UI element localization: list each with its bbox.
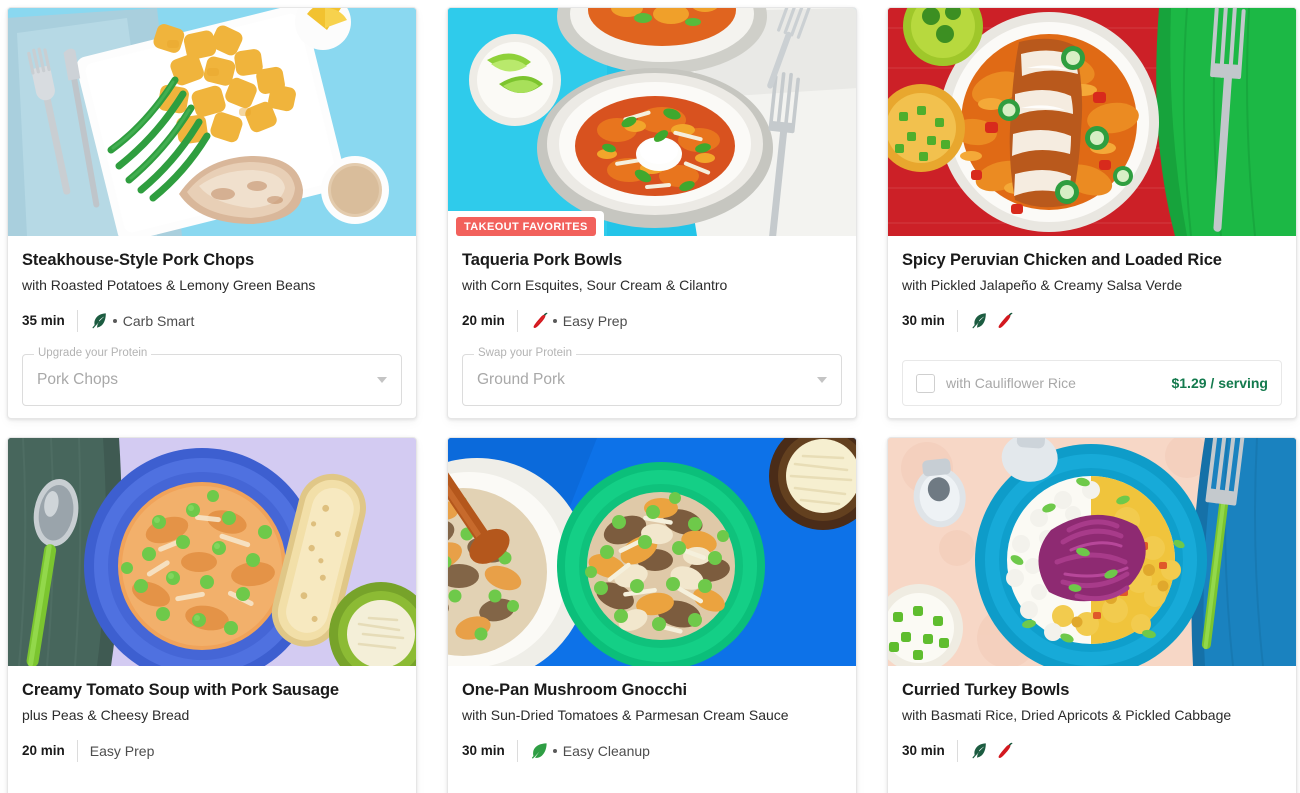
addon-label: with Cauliflower Rice <box>946 375 1076 391</box>
prep-time: 30 min <box>902 313 945 329</box>
prep-time: 35 min <box>22 313 65 329</box>
recipe-title: Curried Turkey Bowls <box>902 681 1070 699</box>
recipe-meta-row: 30 min Easy Cleanup <box>462 739 842 762</box>
meta-icon-group <box>518 741 549 760</box>
recipe-meta-row: 20 min Easy Prep <box>22 739 402 762</box>
meal-card-body: Taqueria Pork Bowls with Corn Esquites, … <box>448 236 856 418</box>
protein-select[interactable]: Swap your Protein Ground Pork <box>462 347 842 406</box>
protein-select-legend: Upgrade your Protein <box>34 347 152 360</box>
diet-tag: Easy Prep <box>89 742 155 759</box>
meal-card[interactable]: One-Pan Mushroom Gnocchi with Sun-Dried … <box>447 437 857 793</box>
recipe-subtitle: with Corn Esquites, Sour Cream & Cilantr… <box>462 276 728 293</box>
meal-card-grid: Steakhouse-Style Pork Chops with Roasted… <box>0 0 1300 793</box>
meta-bullet-dot <box>552 318 557 323</box>
prep-time: 30 min <box>902 743 945 759</box>
cauliflower-rice-addon[interactable]: with Cauliflower Rice $1.29 / serving <box>902 360 1282 406</box>
protein-select[interactable]: Upgrade your Protein Pork Chops <box>22 347 402 406</box>
addon-checkbox[interactable] <box>916 373 935 393</box>
chevron-down-icon[interactable] <box>817 377 827 383</box>
recipe-subtitle: plus Peas & Cheesy Bread <box>22 706 190 723</box>
takeout-favorites-badge: TAKEOUT FAVORITES <box>456 216 596 236</box>
meta-icon-group <box>78 311 109 330</box>
meal-card-body: Spicy Peruvian Chicken and Loaded Rice w… <box>888 236 1296 418</box>
meal-photo-tomato-soup[interactable] <box>8 438 416 666</box>
meal-photo-peruvian-chicken[interactable] <box>888 8 1296 236</box>
meal-card[interactable]: Creamy Tomato Soup with Pork Sausage plu… <box>7 437 417 793</box>
meal-card-body: Steakhouse-Style Pork Chops with Roasted… <box>8 236 416 418</box>
meal-photo-mushroom-gnocchi[interactable] <box>448 438 856 666</box>
meta-icon-group <box>518 311 549 330</box>
spicy-chili-icon <box>530 311 549 330</box>
meta-icon-group <box>958 311 1014 330</box>
protein-select-legend: Swap your Protein <box>474 347 576 360</box>
meta-bullet-dot <box>112 318 117 323</box>
spicy-chili-icon <box>995 311 1014 330</box>
recipe-meta-row: 30 min <box>902 309 1282 332</box>
diet-tag: Easy Prep <box>562 312 628 329</box>
meta-icon-group <box>958 741 1014 760</box>
recipe-title: One-Pan Mushroom Gnocchi <box>462 681 687 699</box>
recipe-subtitle: with Sun-Dried Tomatoes & Parmesan Cream… <box>462 706 789 723</box>
prep-time: 20 min <box>22 743 65 759</box>
recipe-title: Steakhouse-Style Pork Chops <box>22 251 255 269</box>
addon-price: $1.29 / serving <box>1171 375 1268 391</box>
badge-container: TAKEOUT FAVORITES <box>448 210 604 236</box>
recipe-meta-row: 30 min <box>902 739 1282 762</box>
meal-card-body: One-Pan Mushroom Gnocchi with Sun-Dried … <box>448 666 856 793</box>
chevron-down-icon[interactable] <box>377 377 387 383</box>
meal-card-body: Creamy Tomato Soup with Pork Sausage plu… <box>8 666 416 793</box>
recipe-title: Creamy Tomato Soup with Pork Sausage <box>22 681 339 699</box>
recipe-meta-row: 35 min Carb Smart <box>22 309 402 332</box>
meal-card[interactable]: Spicy Peruvian Chicken and Loaded Rice w… <box>887 7 1297 419</box>
recipe-subtitle: with Basmati Rice, Dried Apricots & Pick… <box>902 706 1232 723</box>
meal-photo-curried-turkey[interactable] <box>888 438 1296 666</box>
carb-smart-feather-icon <box>970 311 989 330</box>
recipe-subtitle: with Pickled Jalapeño & Creamy Salsa Ver… <box>902 276 1183 293</box>
veggie-leaf-icon <box>530 741 549 760</box>
recipe-title: Taqueria Pork Bowls <box>462 251 623 269</box>
prep-time: 30 min <box>462 743 505 759</box>
carb-smart-feather-icon <box>90 311 109 330</box>
meta-bullet-dot <box>552 748 557 753</box>
recipe-subtitle: with Roasted Potatoes & Lemony Green Bea… <box>22 276 316 293</box>
carb-smart-feather-icon <box>970 741 989 760</box>
meal-photo-taqueria-bowl[interactable]: TAKEOUT FAVORITES <box>448 8 856 236</box>
meal-card[interactable]: Curried Turkey Bowls with Basmati Rice, … <box>887 437 1297 793</box>
meal-card-body: Curried Turkey Bowls with Basmati Rice, … <box>888 666 1296 793</box>
meal-card[interactable]: Steakhouse-Style Pork Chops with Roasted… <box>7 7 417 419</box>
diet-tag: Easy Cleanup <box>562 742 650 759</box>
meal-card[interactable]: TAKEOUT FAVORITES Taqueria Pork Bowls wi… <box>447 7 857 419</box>
protein-select-value: Ground Pork <box>477 371 565 388</box>
meal-photo-pork-chops[interactable] <box>8 8 416 236</box>
spicy-chili-icon <box>995 741 1014 760</box>
diet-tag: Carb Smart <box>122 312 195 329</box>
recipe-title: Spicy Peruvian Chicken and Loaded Rice <box>902 251 1222 269</box>
prep-time: 20 min <box>462 313 505 329</box>
protein-select-value: Pork Chops <box>37 371 118 388</box>
recipe-meta-row: 20 min Easy Prep <box>462 309 842 332</box>
